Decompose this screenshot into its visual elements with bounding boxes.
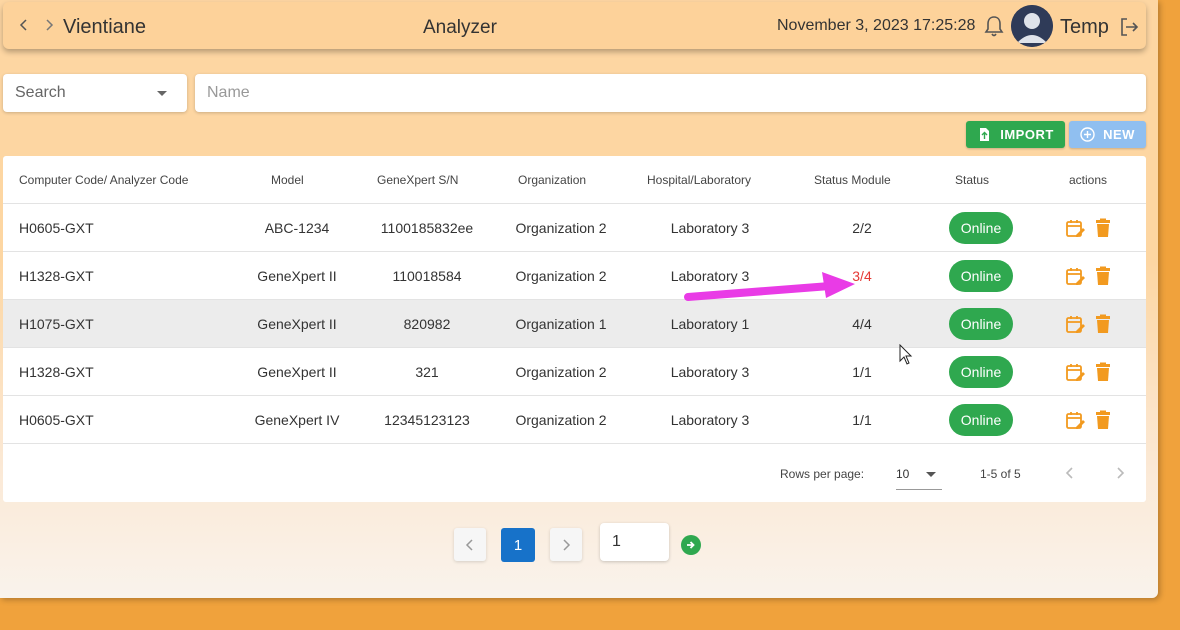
organization-cell: Organization 2 [515, 268, 607, 284]
column-header[interactable]: Organization [518, 173, 586, 187]
search-select-value: Search [15, 84, 66, 101]
column-header[interactable]: Status [955, 173, 989, 187]
column-header[interactable]: GeneXpert S/N [377, 173, 458, 187]
pager-prev-button[interactable] [454, 528, 486, 561]
status-badge: Online [949, 404, 1013, 436]
add-circle-icon [1080, 127, 1095, 142]
edit-calendar-icon[interactable] [1065, 266, 1085, 286]
status-badge: Online [949, 260, 1013, 292]
rows-per-page-label: Rows per page: [780, 467, 865, 481]
forward-arrow-icon[interactable] [40, 16, 58, 34]
name-search-input[interactable] [195, 74, 1146, 112]
rows-per-page-value: 10 [896, 467, 910, 481]
logout-icon[interactable] [1118, 16, 1140, 38]
serial-number-cell: 321 [415, 364, 439, 380]
analyzer-table: Computer Code/ Analyzer Code Model GeneX… [3, 156, 1146, 502]
pager-next-button[interactable] [550, 528, 582, 561]
computer-code-cell: H0605-GXT [19, 220, 94, 236]
table-row[interactable]: H1328-GXT GeneXpert II 110018584 Organiz… [3, 252, 1146, 300]
laboratory-cell: Laboratory 3 [670, 220, 750, 236]
table-row[interactable]: H0605-GXT GeneXpert IV 12345123123 Organ… [3, 396, 1146, 444]
delete-trash-icon[interactable] [1093, 266, 1113, 286]
chevron-right-icon [563, 538, 571, 551]
table-row[interactable]: H0605-GXT ABC-1234 1100185832ee Organiza… [3, 204, 1146, 252]
status-module-cell: 1/1 [852, 364, 872, 380]
chevron-left-icon [465, 538, 473, 551]
model-cell: GeneXpert II [257, 316, 337, 332]
edit-calendar-icon[interactable] [1065, 410, 1085, 430]
organization-cell: Organization 2 [515, 412, 607, 428]
table-row[interactable]: H1075-GXT GeneXpert II 820982 Organizati… [3, 300, 1146, 348]
delete-trash-icon[interactable] [1093, 314, 1113, 334]
status-badge: Online [949, 308, 1013, 340]
avatar[interactable] [1011, 5, 1053, 47]
delete-trash-icon[interactable] [1093, 410, 1113, 430]
status-module-cell: 4/4 [852, 316, 872, 332]
organization-cell: Organization 1 [515, 316, 607, 332]
status-badge: Online [949, 356, 1013, 388]
app-window: Vientiane Analyzer November 3, 2023 17:2… [0, 0, 1158, 598]
computer-code-cell: H1328-GXT [19, 268, 94, 284]
new-label: NEW [1103, 127, 1135, 142]
new-button[interactable]: NEW [1069, 121, 1146, 148]
organization-cell: Organization 2 [515, 220, 607, 236]
serial-number-cell: 110018584 [392, 268, 462, 284]
back-arrow-icon[interactable] [15, 16, 33, 34]
datetime-display: November 3, 2023 17:25:28 [777, 17, 976, 34]
serial-number-cell: 12345123123 [384, 412, 470, 428]
top-bar: Vientiane Analyzer November 3, 2023 17:2… [3, 2, 1146, 49]
table-header: Computer Code/ Analyzer Code Model GeneX… [3, 156, 1146, 204]
caret-down-icon [157, 91, 167, 96]
model-cell: ABC-1234 [264, 220, 330, 236]
edit-calendar-icon[interactable] [1065, 362, 1085, 382]
username[interactable]: Temp [1060, 16, 1109, 39]
import-button[interactable]: IMPORT [966, 121, 1065, 148]
delete-trash-icon[interactable] [1093, 218, 1113, 238]
model-cell: GeneXpert IV [254, 412, 340, 428]
caret-down-icon [926, 472, 936, 477]
column-header[interactable]: Hospital/Laboratory [647, 173, 751, 187]
annotation-arrow-icon [684, 272, 855, 301]
serial-number-cell: 820982 [403, 316, 451, 332]
next-page-icon[interactable] [1112, 465, 1128, 481]
pager-current-page[interactable]: 1 [501, 528, 535, 562]
laboratory-cell: Laboratory 3 [670, 364, 750, 380]
column-header[interactable]: Computer Code/ Analyzer Code [19, 173, 188, 187]
status-module-cell: 2/2 [852, 220, 872, 236]
column-header[interactable]: Status Module [814, 173, 891, 187]
column-header: actions [1069, 173, 1108, 187]
page-title: Analyzer [423, 17, 497, 38]
computer-code-cell: H0605-GXT [19, 412, 94, 428]
import-label: IMPORT [1000, 127, 1054, 142]
status-module-cell: 1/1 [852, 412, 872, 428]
delete-trash-icon[interactable] [1093, 362, 1113, 382]
search-select[interactable]: Search [3, 74, 187, 112]
laboratory-cell: Laboratory 1 [670, 316, 750, 332]
page-number-input[interactable]: 1 [600, 523, 669, 561]
table-row[interactable]: H1328-GXT GeneXpert II 321 Organization … [3, 348, 1146, 396]
go-arrow-icon[interactable] [681, 535, 701, 555]
column-header[interactable]: Model [271, 173, 304, 187]
computer-code-cell: H1075-GXT [19, 316, 94, 332]
file-upload-icon [980, 128, 990, 141]
laboratory-cell: Laboratory 3 [670, 412, 750, 428]
previous-page-icon[interactable] [1062, 465, 1078, 481]
model-cell: GeneXpert II [257, 364, 337, 380]
rows-per-page-select[interactable]: 10 [896, 460, 942, 490]
edit-calendar-icon[interactable] [1065, 218, 1085, 238]
computer-code-cell: H1328-GXT [19, 364, 94, 380]
mouse-cursor-icon [899, 344, 913, 365]
status-badge: Online [949, 212, 1013, 244]
serial-number-cell: 1100185832ee [380, 220, 474, 236]
organization-cell: Organization 2 [515, 364, 607, 380]
model-cell: GeneXpert II [257, 268, 337, 284]
edit-calendar-icon[interactable] [1065, 314, 1085, 334]
pagination-range: 1-5 of 5 [980, 467, 1021, 481]
bell-icon[interactable] [983, 14, 1005, 38]
city-name: Vientiane [63, 16, 147, 38]
